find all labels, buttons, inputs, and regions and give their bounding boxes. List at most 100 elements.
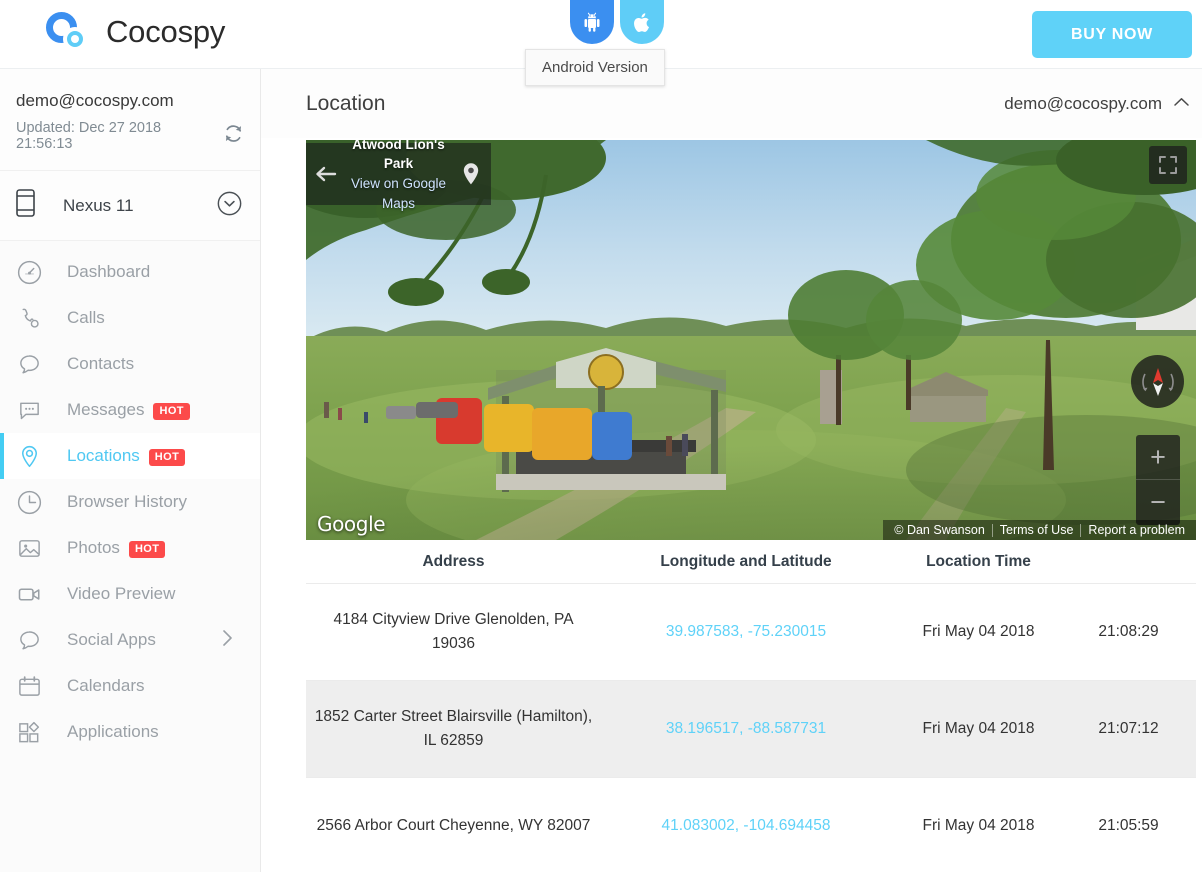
table-row[interactable]: 1852 Carter Street Blairsville (Hamilton… bbox=[306, 681, 1196, 778]
chevron-up-icon[interactable] bbox=[1173, 95, 1190, 113]
sidebar-item-dashboard[interactable]: Dashboard bbox=[0, 249, 260, 295]
street-view-panorama[interactable]: Atwood Lion's Park View on Google Maps +… bbox=[306, 140, 1196, 540]
zoom-in-button[interactable]: + bbox=[1136, 435, 1180, 480]
hot-badge: HOT bbox=[148, 449, 186, 466]
tab-ios[interactable] bbox=[620, 0, 664, 44]
cell-time: 21:08:29 bbox=[1098, 622, 1159, 640]
sidebar-item-calendars[interactable]: Calendars bbox=[0, 663, 260, 709]
platform-tab-group bbox=[570, 0, 664, 44]
cell-coordinates[interactable]: 38.196517, -88.587731 bbox=[601, 717, 891, 741]
hot-badge: HOT bbox=[153, 403, 190, 420]
main-header: Location demo@cocospy.com bbox=[261, 69, 1202, 138]
brand-name: Cocospy bbox=[106, 14, 226, 49]
sidebar-item-label: Locations HOT bbox=[67, 446, 186, 466]
cocospy-logo-icon bbox=[44, 10, 92, 54]
account-email: demo@cocospy.com bbox=[16, 91, 174, 110]
photo-credit: © Dan Swanson bbox=[894, 523, 985, 537]
refresh-icon[interactable] bbox=[223, 123, 244, 149]
chat-bubble-icon bbox=[16, 628, 42, 653]
sidebar-item-label: Photos HOT bbox=[67, 538, 166, 558]
contacts-bubble-icon bbox=[16, 352, 42, 377]
dashboard-icon bbox=[16, 260, 42, 285]
sidebar-item-messages[interactable]: Messages HOT bbox=[0, 387, 260, 433]
cell-time: 21:05:59 bbox=[1098, 816, 1159, 834]
android-version-tooltip: Android Version bbox=[525, 49, 665, 86]
sidebar-item-label: Applications bbox=[67, 722, 159, 741]
table-row[interactable]: 2566 Arbor Court Cheyenne, WY 82007 41.0… bbox=[306, 778, 1196, 872]
cell-address: 4184 Cityview Drive Glenolden, PA 19036 bbox=[333, 610, 574, 652]
sidebar: demo@cocospy.com Updated: Dec 27 2018 21… bbox=[0, 69, 260, 872]
sidebar-item-browser-history[interactable]: Browser History bbox=[0, 479, 260, 525]
map-pin-icon[interactable] bbox=[451, 162, 491, 186]
sidebar-item-text: Photos bbox=[67, 538, 120, 557]
sidebar-item-label: Browser History bbox=[67, 492, 187, 511]
sidebar-item-label: Calendars bbox=[67, 676, 145, 695]
sidebar-item-photos[interactable]: Photos HOT bbox=[0, 525, 260, 571]
zoom-out-button[interactable]: − bbox=[1136, 480, 1180, 525]
terms-of-use-link[interactable]: Terms of Use bbox=[993, 523, 1081, 537]
table-row[interactable]: 4184 Cityview Drive Glenolden, PA 19036 … bbox=[306, 584, 1196, 681]
cell-address: 1852 Carter Street Blairsville (Hamilton… bbox=[314, 707, 593, 749]
sidebar-item-applications[interactable]: Applications bbox=[0, 709, 260, 755]
device-selector[interactable]: Nexus 11 bbox=[0, 171, 260, 241]
street-view-card-text: Atwood Lion's Park View on Google Maps bbox=[346, 140, 451, 213]
sidebar-item-label: Social Apps bbox=[67, 630, 156, 649]
google-watermark: Google bbox=[317, 512, 386, 536]
street-view-zoom-controls: + − bbox=[1136, 435, 1180, 525]
phone-icon bbox=[16, 189, 35, 222]
street-view-place-name: Atwood Lion's Park bbox=[352, 140, 445, 172]
locations-table: Address Longitude and Latitude Location … bbox=[306, 540, 1196, 872]
cell-date: Fri May 04 2018 bbox=[922, 816, 1035, 834]
cell-coordinates[interactable]: 41.083002, -104.694458 bbox=[601, 814, 891, 838]
phone-call-icon bbox=[16, 306, 42, 331]
compass-icon[interactable] bbox=[1131, 355, 1184, 408]
buy-now-button[interactable]: BUY NOW bbox=[1032, 11, 1192, 58]
message-icon bbox=[16, 398, 42, 423]
apple-icon bbox=[633, 12, 651, 33]
column-header-coordinates: Longitude and Latitude bbox=[660, 552, 832, 570]
column-header-address: Address bbox=[422, 552, 485, 570]
cell-address: 2566 Arbor Court Cheyenne, WY 82007 bbox=[316, 816, 591, 834]
apps-grid-icon bbox=[16, 720, 42, 745]
sidebar-item-label: Messages HOT bbox=[67, 400, 190, 420]
sidebar-item-social-apps[interactable]: Social Apps bbox=[0, 617, 260, 663]
chevron-right-icon[interactable] bbox=[221, 628, 234, 653]
sidebar-nav: Dashboard Calls Contacts Messages HOT Lo… bbox=[0, 241, 260, 755]
sidebar-item-calls[interactable]: Calls bbox=[0, 295, 260, 341]
calendar-icon bbox=[16, 674, 42, 699]
user-menu[interactable]: demo@cocospy.com bbox=[1004, 94, 1196, 114]
clock-icon bbox=[16, 490, 42, 515]
sidebar-item-video-preview[interactable]: Video Preview bbox=[0, 571, 260, 617]
arrow-left-icon[interactable] bbox=[306, 166, 346, 182]
cell-date: Fri May 04 2018 bbox=[922, 622, 1035, 640]
sidebar-item-label: Contacts bbox=[67, 354, 135, 373]
street-view-place-card[interactable]: Atwood Lion's Park View on Google Maps bbox=[306, 140, 491, 211]
cell-coordinates[interactable]: 39.987583, -75.230015 bbox=[601, 620, 891, 644]
cell-time: 21:07:12 bbox=[1098, 719, 1159, 737]
cell-date: Fri May 04 2018 bbox=[922, 719, 1035, 737]
sidebar-item-locations[interactable]: Locations HOT bbox=[0, 433, 260, 479]
account-updated-row: Updated: Dec 27 2018 21:56:13 bbox=[16, 120, 244, 152]
video-camera-icon bbox=[16, 582, 42, 607]
location-pin-icon bbox=[16, 444, 42, 469]
fullscreen-icon[interactable] bbox=[1149, 146, 1187, 184]
table-header-row: Address Longitude and Latitude Location … bbox=[306, 540, 1196, 584]
page-title: Location bbox=[306, 91, 386, 115]
sidebar-item-text: Messages bbox=[67, 400, 145, 419]
logo-dot-shape bbox=[63, 27, 87, 51]
device-name: Nexus 11 bbox=[63, 195, 134, 215]
street-view-credits: © Dan Swanson Terms of Use Report a prob… bbox=[883, 520, 1196, 540]
account-block: demo@cocospy.com Updated: Dec 27 2018 21… bbox=[0, 69, 260, 171]
main-content: Location demo@cocospy.com Atwood Lion's … bbox=[261, 69, 1202, 872]
sidebar-divider bbox=[260, 69, 261, 872]
sidebar-item-contacts[interactable]: Contacts bbox=[0, 341, 260, 387]
photo-icon bbox=[16, 536, 42, 561]
chevron-down-circle-icon[interactable] bbox=[217, 191, 242, 221]
column-header-location-time: Location Time bbox=[926, 552, 1031, 570]
brand-logo[interactable]: Cocospy bbox=[44, 10, 225, 54]
tab-android[interactable] bbox=[570, 0, 614, 44]
report-problem-link[interactable]: Report a problem bbox=[1081, 523, 1192, 537]
view-on-google-maps-link[interactable]: View on Google Maps bbox=[346, 174, 451, 213]
sidebar-item-label: Video Preview bbox=[67, 584, 176, 603]
android-icon bbox=[582, 11, 602, 33]
